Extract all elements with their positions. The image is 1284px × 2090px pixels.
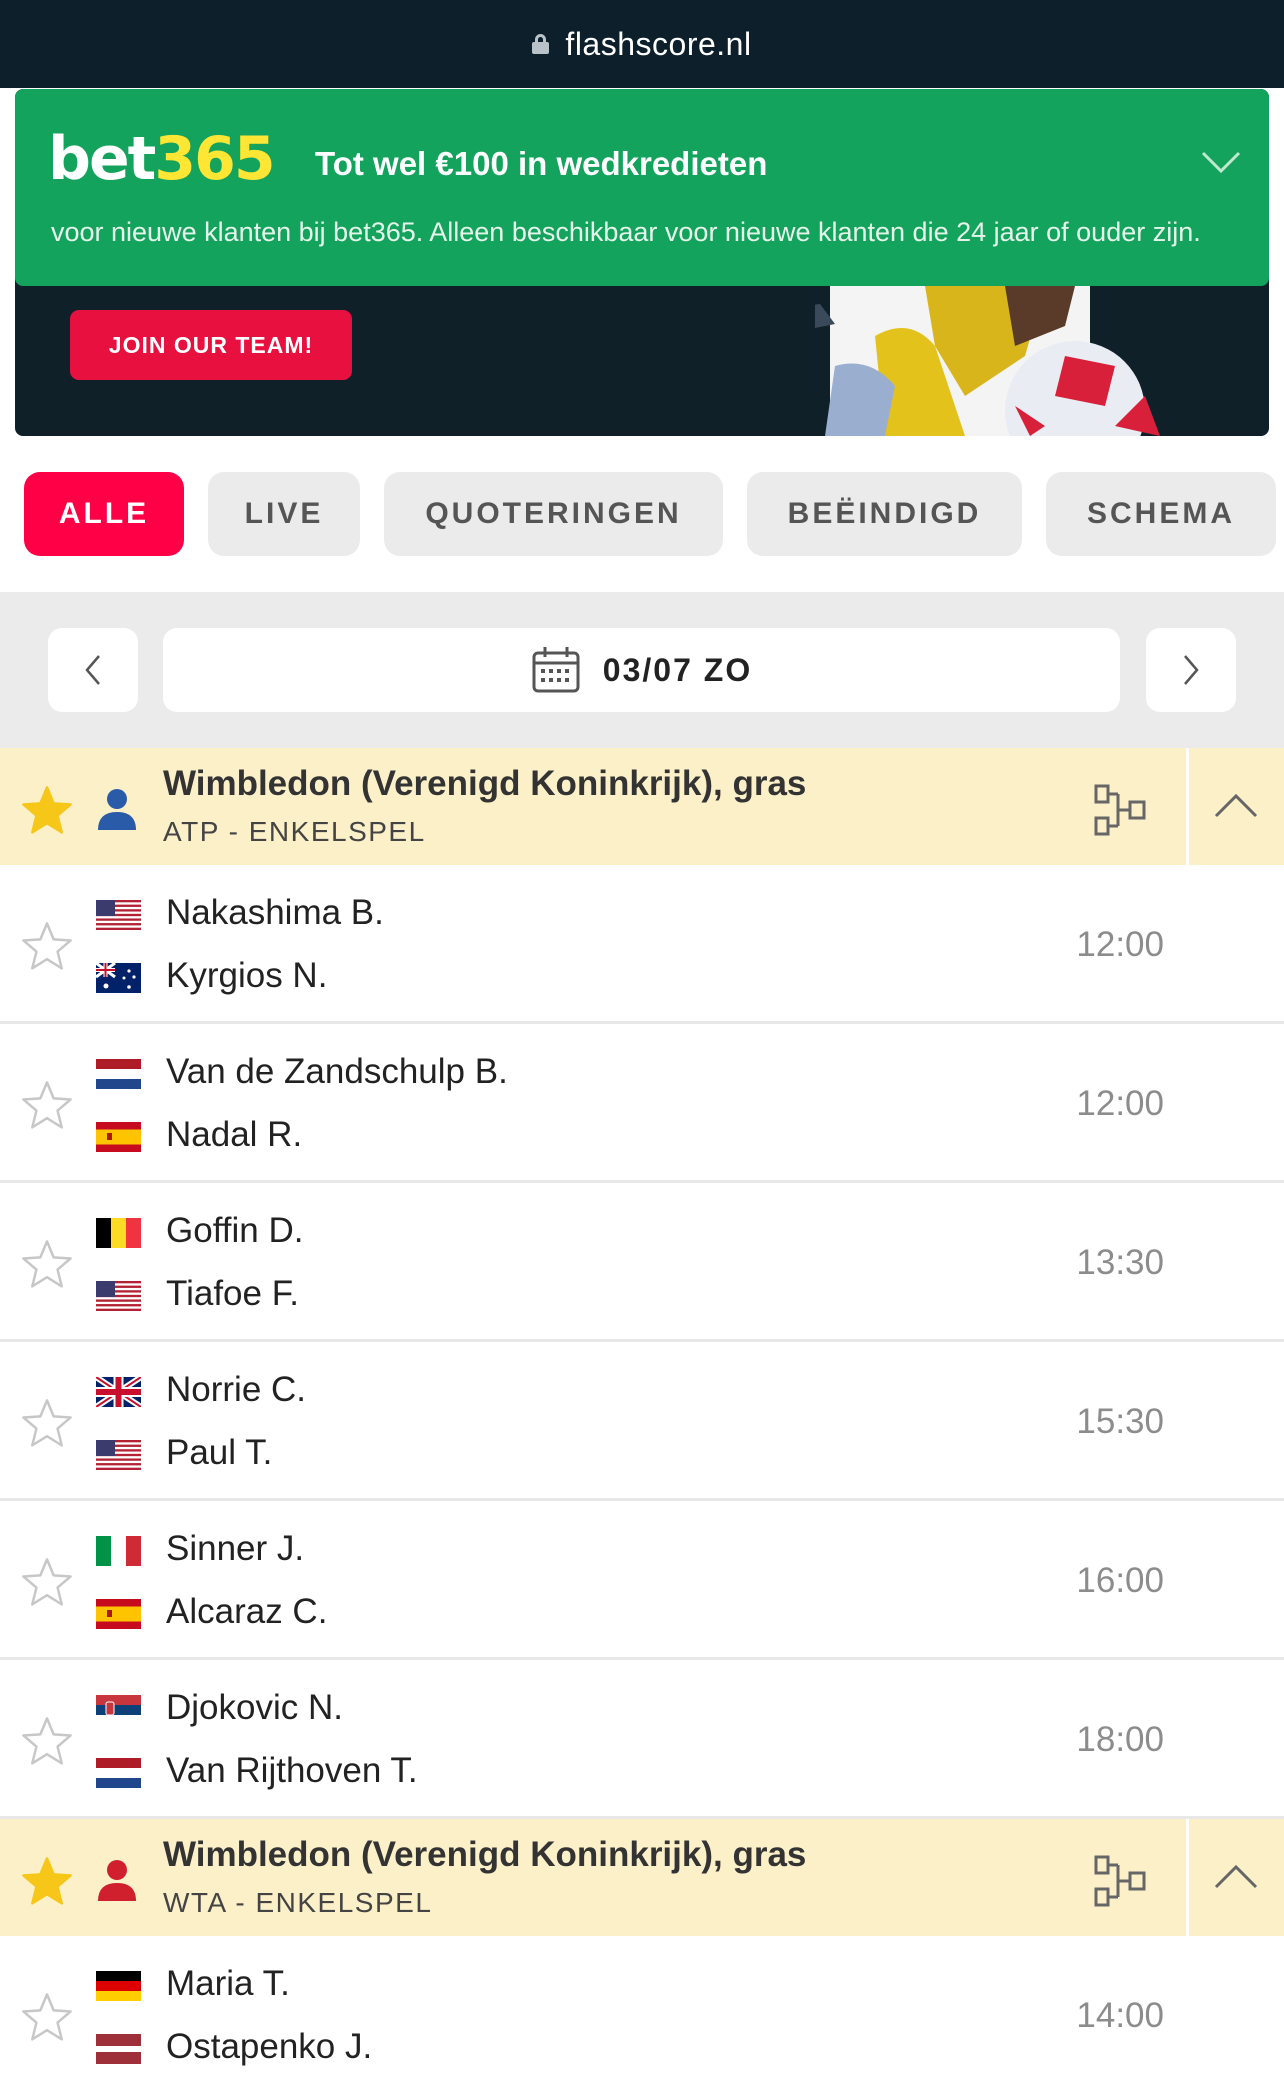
ad-subtext: voor nieuwe klanten bij bet365. Alleen b…: [51, 217, 1201, 247]
chevron-up-icon[interactable]: [1212, 1855, 1260, 1899]
league-subtitle: WTA - ENKELSPEL: [163, 1887, 433, 1918]
previous-day-button[interactable]: [48, 628, 138, 712]
match-time: 12:00: [1076, 1084, 1164, 1123]
flag-us-icon: [96, 1440, 141, 1470]
chevron-down-icon[interactable]: [1199, 139, 1243, 183]
flag-be-icon: [96, 1218, 141, 1248]
away-player: Kyrgios N.: [166, 956, 328, 995]
chevron-right-icon: [1184, 655, 1199, 685]
match-row[interactable]: Norrie C. Paul T. 15:30: [0, 1342, 1284, 1501]
person-icon: [98, 1860, 136, 1901]
chevron-left-icon: [85, 655, 100, 685]
match-time: 15:30: [1076, 1402, 1164, 1441]
home-player: Norrie C.: [166, 1370, 307, 1409]
away-player: Ostapenko J.: [166, 2027, 373, 2066]
star-outline-icon[interactable]: [20, 1079, 74, 1133]
flag-rs-icon: [96, 1695, 141, 1725]
match-time: 12:00: [1076, 925, 1164, 964]
url-text: flashscore.nl: [565, 25, 752, 62]
bet365-logo: bet365: [48, 124, 276, 194]
join-our-team-button[interactable]: JOIN OUR TEAM!: [70, 310, 352, 380]
home-player: Djokovic N.: [166, 1688, 343, 1727]
star-outline-icon[interactable]: [20, 1556, 74, 1610]
flag-es-icon: [96, 1122, 141, 1152]
flag-it-icon: [96, 1536, 141, 1566]
league-title[interactable]: Wimbledon (Verenigd Koninkrijk), gras: [163, 1835, 806, 1875]
flag-lv-icon: [96, 2034, 141, 2064]
flag-es-icon: [96, 1599, 141, 1629]
home-player: Nakashima B.: [166, 893, 384, 932]
home-player: Sinner J.: [166, 1529, 305, 1568]
calendar-icon: [532, 647, 580, 693]
away-player: Paul T.: [166, 1433, 273, 1472]
person-icon: [98, 789, 136, 830]
away-player: Tiafoe F.: [166, 1274, 299, 1313]
league-subtitle: ATP - ENKELSPEL: [163, 816, 426, 847]
star-outline-icon[interactable]: [20, 1397, 74, 1451]
match-row[interactable]: Sinner J. Alcaraz C. 16:00: [0, 1501, 1284, 1660]
tab-live[interactable]: LIVE: [208, 472, 360, 556]
ad-green-panel[interactable]: bet365 Tot wel €100 in wedkredieten voor…: [15, 89, 1269, 286]
home-player: Goffin D.: [166, 1211, 304, 1250]
browser-url-bar[interactable]: flashscore.nl: [0, 0, 1284, 88]
football-player-image: [815, 286, 1165, 436]
league-header[interactable]: Wimbledon (Verenigd Koninkrijk), gras WT…: [0, 1819, 1284, 1936]
divider: [1186, 748, 1189, 865]
star-outline-icon[interactable]: [20, 1991, 74, 2045]
flag-nl-icon: [96, 1059, 141, 1089]
home-player: Maria T.: [166, 1964, 290, 2003]
favorite-star-icon[interactable]: [20, 784, 74, 838]
match-row[interactable]: Van de Zandschulp B. Nadal R. 12:00: [0, 1024, 1284, 1183]
away-player: Nadal R.: [166, 1115, 303, 1154]
tab-schema[interactable]: SCHEMA: [1046, 472, 1276, 556]
flag-us-icon: [96, 900, 141, 930]
home-player: Van de Zandschulp B.: [166, 1052, 508, 1091]
star-outline-icon[interactable]: [20, 1715, 74, 1769]
draw-bracket-icon[interactable]: [1092, 1853, 1152, 1909]
lock-icon: [532, 34, 550, 54]
star-outline-icon[interactable]: [20, 920, 74, 974]
away-player: Van Rijthoven T.: [166, 1751, 418, 1790]
tab-beeindigd[interactable]: BEËINDIGD: [747, 472, 1022, 556]
match-row[interactable]: Djokovic N. Van Rijthoven T. 18:00: [0, 1660, 1284, 1819]
league-header[interactable]: Wimbledon (Verenigd Koninkrijk), gras AT…: [0, 748, 1284, 865]
flag-gb-icon: [96, 1377, 141, 1407]
flag-us-icon: [96, 1281, 141, 1311]
date-label: 03/07 ZO: [602, 651, 753, 688]
match-row[interactable]: Goffin D. Tiafoe F. 13:30: [0, 1183, 1284, 1342]
filter-tabs: ALLE LIVE QUOTERINGEN BEËINDIGD SCHEMA: [0, 436, 1284, 592]
match-time: 13:30: [1076, 1243, 1164, 1282]
chevron-up-icon[interactable]: [1212, 784, 1260, 828]
next-day-button[interactable]: [1146, 628, 1236, 712]
ad-headline: Tot wel €100 in wedkredieten: [315, 145, 768, 182]
star-outline-icon[interactable]: [20, 1238, 74, 1292]
flag-de-icon: [96, 1971, 141, 2001]
draw-bracket-icon[interactable]: [1092, 782, 1152, 838]
match-time: 18:00: [1076, 1720, 1164, 1759]
date-picker[interactable]: 03/07 ZO: [163, 628, 1120, 712]
match-time: 16:00: [1076, 1561, 1164, 1600]
match-row[interactable]: Nakashima B. Kyrgios N. 12:00: [0, 865, 1284, 1024]
match-time: 14:00: [1076, 1996, 1164, 2035]
divider: [1186, 1819, 1189, 1936]
tab-quoteringen[interactable]: QUOTERINGEN: [384, 472, 723, 556]
league-title[interactable]: Wimbledon (Verenigd Koninkrijk), gras: [163, 764, 806, 804]
ad-banner[interactable]: bet365 Tot wel €100 in wedkredieten voor…: [15, 89, 1269, 436]
date-navigation: 03/07 ZO: [0, 592, 1284, 748]
away-player: Alcaraz C.: [166, 1592, 328, 1631]
match-row[interactable]: Maria T. Ostapenko J. 14:00: [0, 1936, 1284, 2090]
favorite-star-icon[interactable]: [20, 1855, 74, 1909]
flag-au-icon: [96, 963, 141, 993]
flag-nl-icon: [96, 1758, 141, 1788]
tab-alle[interactable]: ALLE: [24, 472, 184, 556]
